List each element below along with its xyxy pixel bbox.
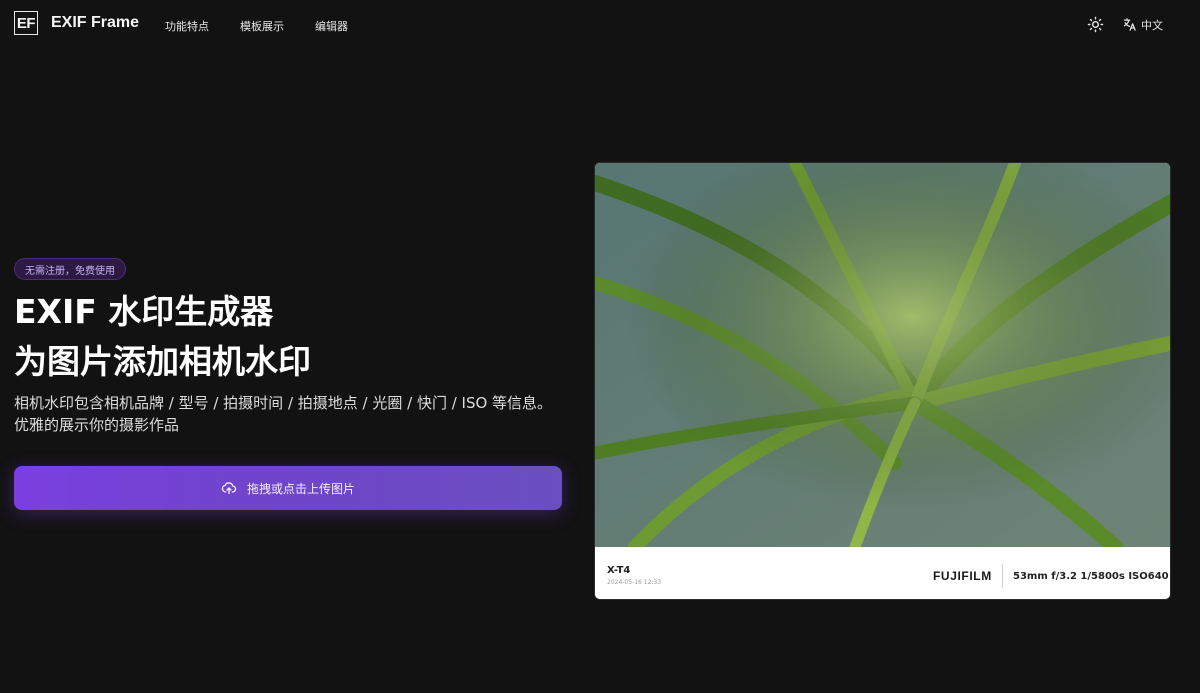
hero-title-line2: 为图片添加相机水印 [14, 342, 311, 381]
theme-toggle-button[interactable] [1087, 16, 1104, 33]
watermark-preview-card: X-T4 2024-05-16 12:33 FUJIFILM 53mm f/3.… [594, 162, 1171, 600]
hero-title-line1: EXIF 水印生成器 [14, 292, 274, 331]
nav-link-templates[interactable]: 模板展示 [240, 18, 284, 34]
hero-description: 相机水印包含相机品牌 / 型号 / 拍摄时间 / 拍摄地点 / 光圈 / 快门 … [14, 394, 553, 434]
camera-brand-logo: FUJIFILM [933, 569, 992, 583]
free-badge: 无需注册，免费使用 [14, 258, 126, 280]
capture-datetime: 2024-05-16 12:33 [607, 579, 662, 586]
brand-name[interactable]: EXIF Frame [51, 14, 139, 32]
exif-info-bar: X-T4 2024-05-16 12:33 FUJIFILM 53mm f/3.… [595, 547, 1170, 599]
logo-text: EF [16, 14, 36, 32]
exposure-params: 53mm f/3.2 1/5800s ISO640 [1013, 571, 1169, 582]
nav-link-features[interactable]: 功能特点 [165, 18, 209, 34]
logo-mark[interactable]: EF [14, 11, 38, 35]
sample-photo [595, 163, 1170, 547]
language-switcher[interactable]: 中文 [1122, 16, 1163, 33]
translate-icon [1123, 18, 1136, 31]
upload-button[interactable]: 拖拽或点击上传图片 [14, 466, 562, 510]
cloud-upload-icon [221, 482, 237, 494]
language-label: 中文 [1141, 18, 1163, 32]
camera-model: X-T4 [607, 565, 631, 576]
top-nav: EF EXIF Frame 功能特点 模板展示 编辑器 中文 [0, 0, 1200, 50]
sun-icon [1087, 16, 1104, 33]
upload-button-label: 拖拽或点击上传图片 [246, 481, 355, 496]
nav-link-editor[interactable]: 编辑器 [315, 18, 348, 34]
exif-divider [1002, 564, 1003, 588]
